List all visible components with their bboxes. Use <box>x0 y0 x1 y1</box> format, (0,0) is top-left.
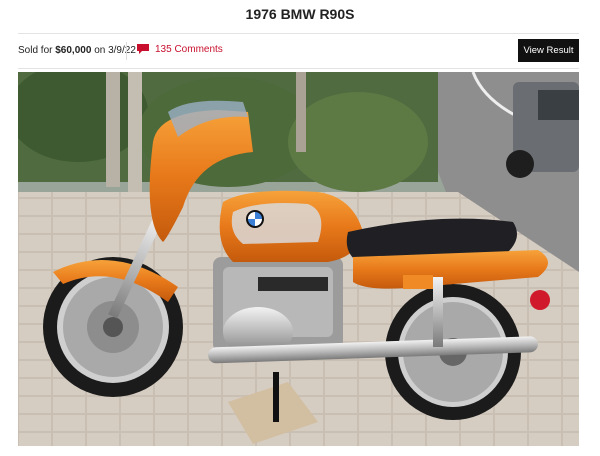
comments-label: 135 Comments <box>155 44 223 55</box>
sold-date: 3/9/22 <box>108 45 136 56</box>
comments-link[interactable]: 135 Comments <box>137 44 223 55</box>
listing-photo[interactable] <box>18 72 579 446</box>
sold-prefix: Sold for <box>18 45 53 56</box>
comment-bubble-icon <box>137 44 149 55</box>
motorcycle-photo <box>18 72 579 446</box>
date-prefix: on <box>94 45 106 56</box>
sold-info: Sold for $60,000 on 3/9/22 <box>18 45 136 56</box>
divider-top <box>18 33 579 34</box>
divider-vertical <box>126 42 127 60</box>
sold-price: $60,000 <box>55 45 92 56</box>
view-result-button[interactable]: View Result <box>518 39 579 62</box>
divider-bottom <box>18 68 579 69</box>
listing-title: 1976 BMW R90S <box>245 6 355 22</box>
